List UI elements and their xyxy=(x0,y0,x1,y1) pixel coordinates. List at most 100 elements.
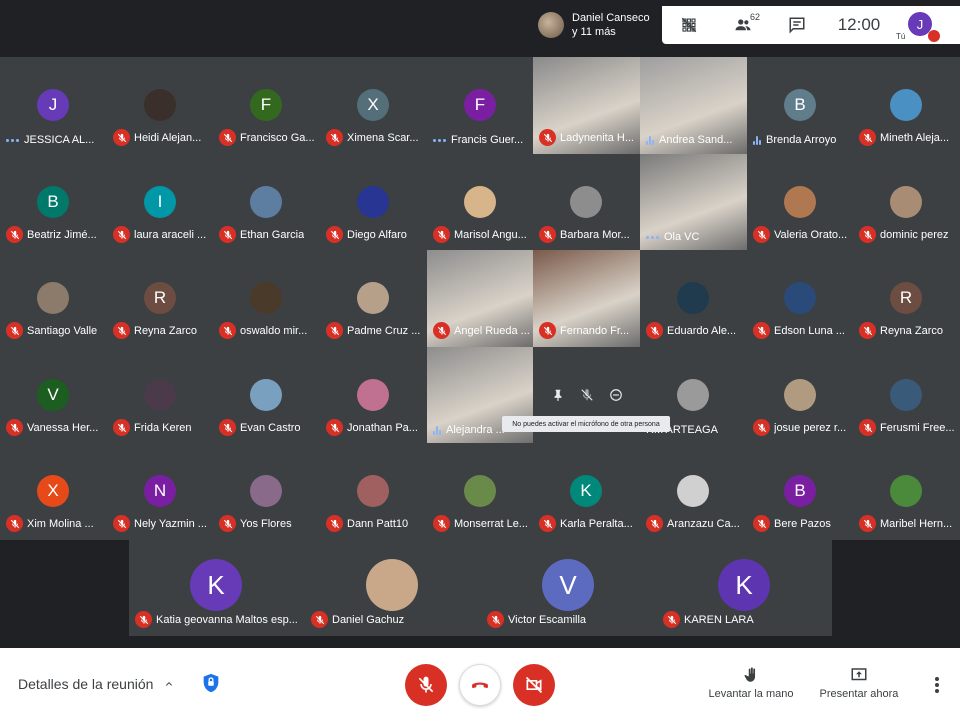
mic-off-icon xyxy=(753,419,770,436)
participant-tile[interactable]: Barbara Mor... xyxy=(533,154,640,251)
participant-tile[interactable]: oswaldo mir... xyxy=(213,250,320,347)
participants-button[interactable]: 62 xyxy=(716,6,770,44)
mic-off-icon xyxy=(859,419,876,436)
avatar xyxy=(890,186,922,218)
participant-tile[interactable]: V Victor Escamilla xyxy=(481,540,656,636)
participant-tile[interactable]: Marisol Angu... xyxy=(427,154,534,251)
more-options-button[interactable] xyxy=(930,674,944,696)
participant-tile[interactable]: Fernando Fr... xyxy=(533,250,640,347)
participant-tile[interactable]: Valeria Orato... xyxy=(747,154,854,251)
mic-off-icon xyxy=(753,515,770,532)
participant-tile[interactable]: Angel Rueda ... xyxy=(427,250,534,347)
mic-off-icon xyxy=(753,322,770,339)
participant-tile[interactable]: dominic perez xyxy=(853,154,960,251)
mic-off-icon xyxy=(219,322,236,339)
participant-tile[interactable]: Santiago Valle xyxy=(0,250,107,347)
avatar xyxy=(464,475,496,507)
remove-participant-button[interactable] xyxy=(606,385,626,405)
present-now-button[interactable]: Presentar ahora xyxy=(804,666,914,700)
participant-tile[interactable]: Ladynenita H... xyxy=(533,57,640,154)
mute-participant-button[interactable] xyxy=(577,385,597,405)
participant-tile[interactable]: K Karla Peralta... xyxy=(533,443,640,540)
chat-button[interactable] xyxy=(770,6,824,44)
participant-tile[interactable]: Ethan Garcia xyxy=(213,154,320,251)
participant-tile[interactable]: F Francis Guer... xyxy=(427,57,534,154)
self-tile[interactable]: J Tú xyxy=(894,6,944,44)
pin-button[interactable] xyxy=(548,385,568,405)
participant-name-row: Maribel Hern... xyxy=(859,515,956,532)
mic-off-icon xyxy=(487,611,504,628)
participant-tile[interactable]: Yos Flores xyxy=(213,443,320,540)
mic-off-icon xyxy=(113,226,130,243)
participant-tile[interactable]: Andrea Sand... xyxy=(640,57,747,154)
participant-name-row: Jonathan Pa... xyxy=(326,419,423,436)
participant-name: Andrea Sand... xyxy=(659,134,733,146)
participant-tile[interactable]: Frida Keren xyxy=(107,347,214,444)
participant-name: Ferusmi Free... xyxy=(880,421,955,434)
participant-tile[interactable]: B Bere Pazos xyxy=(747,443,854,540)
participant-tile[interactable]: K Katia geovanna Maltos esp... xyxy=(129,540,304,636)
participant-name-row: Francis Guer... xyxy=(433,134,530,146)
participant-tile[interactable]: K KAREN LARA xyxy=(657,540,832,636)
hang-up-icon xyxy=(472,682,488,689)
participant-tile[interactable]: Ilaura araceli ... xyxy=(107,154,214,251)
meeting-details-label: Detalles de la reunión xyxy=(18,676,154,692)
participant-name-row: Mineth Aleja... xyxy=(859,129,956,146)
mic-off-icon xyxy=(539,515,556,532)
mic-off-icon xyxy=(539,129,556,146)
participant-tile[interactable]: N Nely Yazmin ... xyxy=(107,443,214,540)
avatar: R xyxy=(144,282,176,314)
participant-name: Frida Keren xyxy=(134,421,192,434)
avatar xyxy=(357,282,389,314)
participant-tile[interactable]: Padme Cruz ... xyxy=(320,250,427,347)
participant-name: dominic perez xyxy=(880,228,949,241)
participant-tile[interactable]: Dann Patt10 xyxy=(320,443,427,540)
participant-name-row: Karla Peralta... xyxy=(539,515,636,532)
participant-tile[interactable]: Ola VC xyxy=(640,154,747,251)
participant-tile[interactable]: Monserrat Le... xyxy=(427,443,534,540)
participant-tile[interactable]: josue perez r... xyxy=(747,347,854,444)
presenter-chip[interactable]: Daniel Canseco y 11 más xyxy=(532,6,662,44)
raise-hand-button[interactable]: Levantar la mano xyxy=(696,666,806,700)
participant-tile[interactable]: Mineth Aleja... xyxy=(853,57,960,154)
participant-tile[interactable]: Evan Castro xyxy=(213,347,320,444)
participant-tile[interactable]: Heidi Alejan... xyxy=(107,57,214,154)
participant-tile[interactable]: Aranzazu Ca... xyxy=(640,443,747,540)
mic-off-icon xyxy=(326,129,343,146)
participant-name-row: Vanessa Her... xyxy=(6,419,103,436)
participant-tile[interactable]: F Francisco Ga... xyxy=(213,57,320,154)
participant-name: josue perez r... xyxy=(774,421,847,434)
participant-name-row: Reyna Zarco xyxy=(113,322,210,339)
participant-tile[interactable]: J JESSICA AL... xyxy=(0,57,107,154)
avatar: V xyxy=(37,379,69,411)
participant-tile[interactable]: B Beatriz Jimé... xyxy=(0,154,107,251)
participant-name-row: Beatriz Jimé... xyxy=(6,226,103,243)
meeting-details-button[interactable]: Detalles de la reunión xyxy=(18,676,175,692)
mic-off-icon xyxy=(135,611,152,628)
participant-tile[interactable]: X Xim Molina ... xyxy=(0,443,107,540)
avatar: K xyxy=(190,559,242,611)
participant-tile[interactable]: Ferusmi Free... xyxy=(853,347,960,444)
avatar xyxy=(570,186,602,218)
participant-tile[interactable]: Diego Alfaro xyxy=(320,154,427,251)
participant-name: Jonathan Pa... xyxy=(347,421,418,434)
camera-toggle-button[interactable] xyxy=(513,664,555,706)
leave-call-button[interactable] xyxy=(459,664,501,706)
layout-button[interactable] xyxy=(662,6,716,44)
participant-tile[interactable]: B Brenda Arroyo xyxy=(747,57,854,154)
participant-tile[interactable]: R Reyna Zarco xyxy=(853,250,960,347)
participant-tile[interactable]: Eduardo Ale... xyxy=(640,250,747,347)
participant-tile[interactable]: X Ximena Scar... xyxy=(320,57,427,154)
participant-tile[interactable]: Edson Luna ... xyxy=(747,250,854,347)
participant-name-row: Nely Yazmin ... xyxy=(113,515,210,532)
participant-tile[interactable]: Jonathan Pa... xyxy=(320,347,427,444)
avatar xyxy=(677,379,709,411)
participant-tile[interactable]: R Reyna Zarco xyxy=(107,250,214,347)
participant-name-row: Angel Rueda ... xyxy=(433,322,530,339)
participant-tile[interactable]: Maribel Hern... xyxy=(853,443,960,540)
participant-tile[interactable]: Daniel Gachuz xyxy=(305,540,480,636)
shield-icon[interactable] xyxy=(200,672,222,694)
avatar xyxy=(250,379,282,411)
mic-toggle-button[interactable] xyxy=(405,664,447,706)
participant-tile[interactable]: V Vanessa Her... xyxy=(0,347,107,444)
